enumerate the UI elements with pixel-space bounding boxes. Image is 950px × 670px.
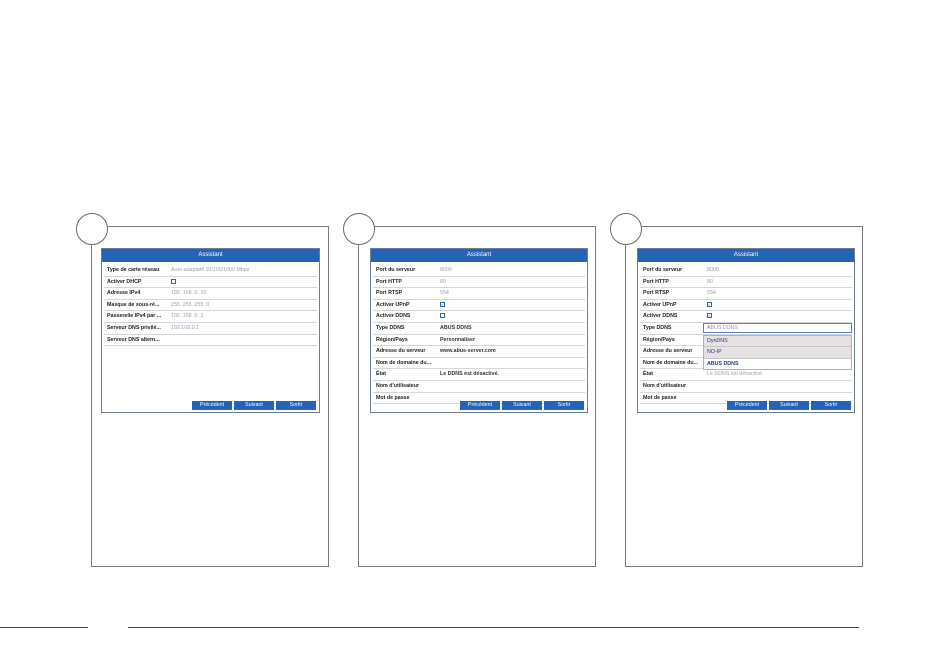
row-enable-upnp: Activer UPnP ✓	[640, 300, 852, 312]
ddns-type-select[interactable]: ABUS DDNS ↖	[703, 322, 852, 333]
row-ipv4-address: Adresse IPv4 192 .168 .0 .10	[104, 288, 317, 300]
ddns-type-dropdown: DynDNS NO-IP ABUS DDNS	[703, 334, 852, 371]
previous-button[interactable]: Précédent	[727, 400, 767, 410]
next-button[interactable]: Suivant	[234, 400, 274, 410]
checkbox-empty-icon[interactable]	[440, 313, 445, 319]
step-circle-2	[343, 213, 375, 245]
row-enable-ddns: Activer DDNS	[373, 311, 585, 323]
row-rtsp-port: Port RTSP 554	[373, 288, 585, 300]
dropdown-option-abus-ddns[interactable]: ABUS DDNS	[704, 358, 851, 370]
step-circle-1	[76, 213, 108, 245]
row-http-port: Port HTTP 80	[640, 277, 852, 289]
row-rtsp-port: Port RTSP 554	[640, 288, 852, 300]
checkbox-empty-icon[interactable]	[171, 278, 176, 284]
footer-line-left	[0, 627, 88, 628]
row-ddns-type: Type DDNS ABUS DDNS	[373, 323, 585, 335]
step-circle-3	[610, 213, 642, 245]
next-button[interactable]: Suivant	[502, 400, 542, 410]
wizard-window-network: Assistant Type de carte réseau Auto-adapt…	[101, 248, 320, 413]
window-title: Assistant	[102, 249, 319, 262]
checkbox-checked-icon[interactable]: ✓	[707, 301, 712, 307]
exit-button[interactable]: Sortir	[544, 400, 584, 410]
row-enable-upnp: Activer UPnP ✓	[373, 300, 585, 312]
row-ipv4-gateway: Passerelle IPv4 par ... 192 .168 .0 .1	[104, 311, 317, 323]
row-region: Région/Pays Personnaliser	[373, 335, 585, 347]
exit-button[interactable]: Sortir	[811, 400, 851, 410]
checkbox-checked-icon[interactable]: ✓	[707, 313, 712, 319]
row-server-port: Port du serveur 8000	[373, 265, 585, 277]
checkbox-checked-icon[interactable]: ✓	[440, 301, 445, 307]
row-domain-name: Nom de domaine du...	[373, 358, 585, 370]
row-status: État Le DDNS est désactivé.	[373, 369, 585, 381]
window-title: Assistant	[638, 249, 854, 262]
row-server-address: Adresse du serveur www.abus-server.com	[373, 346, 585, 358]
step-panel-2: Assistant Port du serveur 8000 Port HTTP 8…	[358, 226, 596, 567]
window-title: Assistant	[371, 249, 587, 262]
row-enable-dhcp: Activer DHCP	[104, 277, 317, 289]
row-enable-ddns: Activer DDNS ✓	[640, 311, 852, 323]
exit-button[interactable]: Sortir	[276, 400, 316, 410]
row-alternate-dns: Serveur DNS altern...	[104, 335, 317, 347]
row-ddns-type: Type DDNS ABUS DDNS ↖ DynDNS NO-IP ABUS …	[640, 322, 852, 371]
dropdown-option-noip[interactable]: NO-IP	[704, 347, 851, 359]
footer-line-right	[128, 627, 859, 628]
step-panel-1: Assistant Type de carte réseau Auto-adapt…	[91, 226, 329, 567]
row-http-port: Port HTTP 80	[373, 277, 585, 289]
mouse-cursor-icon: ↖	[707, 324, 712, 331]
row-username: Nom d'utilisateur	[373, 381, 585, 393]
previous-button[interactable]: Précédent	[460, 400, 500, 410]
step-panel-3: Assistant Port du serveur 8000 Port HTTP 8…	[625, 226, 863, 567]
row-server-port: Port du serveur 8000	[640, 265, 852, 277]
row-username: Nom d'utilisateur	[640, 381, 852, 393]
wizard-window-ddns: Assistant Port du serveur 8000 Port HTTP 8…	[370, 248, 588, 413]
row-preferred-dns: Serveur DNS privilé... 192.168.0.1	[104, 323, 317, 335]
row-status: État Le DDNS est désactivé.	[640, 369, 852, 381]
next-button[interactable]: Suivant	[769, 400, 809, 410]
row-network-card-type: Type de carte réseau Auto-adaptatif 10/10…	[104, 265, 317, 277]
previous-button[interactable]: Précédent	[192, 400, 232, 410]
dropdown-option-dyndns[interactable]: DynDNS	[704, 336, 851, 348]
wizard-window-ddns-dropdown: Assistant Port du serveur 8000 Port HTTP 8…	[637, 248, 855, 413]
row-subnet-mask: Masque de sous-ré... 255 .255 .255 .0	[104, 300, 317, 312]
